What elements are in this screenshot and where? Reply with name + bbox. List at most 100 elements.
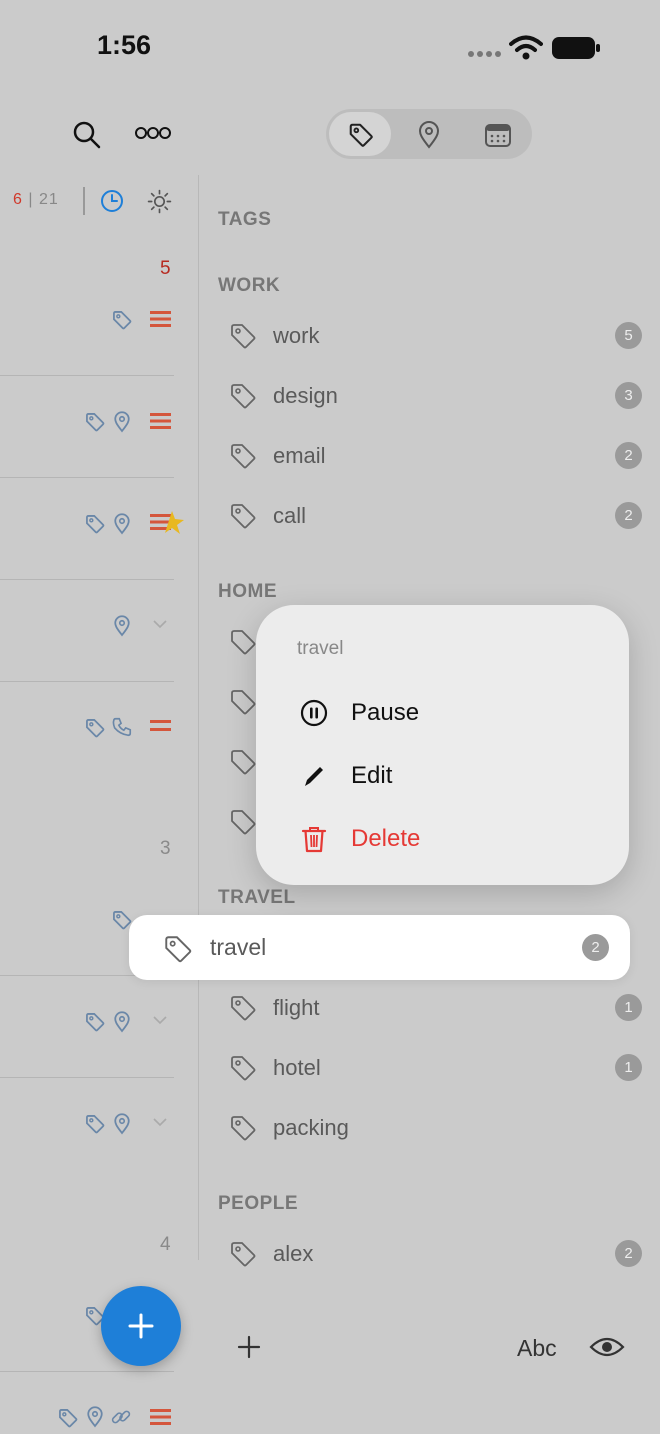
tag-icon [231,690,256,715]
tag-label: packing [273,1115,349,1140]
tag-label: work [273,323,320,348]
tag-row-email[interactable]: email 2 [218,431,648,481]
tag-icon [86,1013,105,1032]
edit-menu-item[interactable]: Edit [296,754,596,798]
tag-icon [231,1056,256,1081]
tag-label: alex [273,1241,314,1266]
more-options-icon[interactable] [134,124,172,142]
battery-icon [552,37,600,59]
row-divider [0,1077,174,1078]
plus-icon [128,1313,154,1339]
tag-count-badge: 3 [615,382,642,409]
priority-high-icon [150,311,171,327]
tag-row-packing[interactable]: packing [218,1103,648,1153]
delete-menu-item[interactable]: Delete [296,817,596,861]
tag-count-badge: 1 [615,994,642,1021]
chevron-down-icon [153,620,167,629]
location-icon [114,513,130,535]
phone-icon [112,717,132,737]
text-display-toggle[interactable]: Abc [517,1335,557,1362]
priority-medium-icon [150,720,171,731]
tag-icon [86,719,105,738]
location-icon [114,1113,130,1135]
tag-row-flight[interactable]: flight 1 [218,983,648,1033]
menu-item-label: Delete [351,825,421,852]
search-icon[interactable] [72,120,102,150]
tag-icon[interactable] [347,121,375,149]
row-divider [0,681,174,682]
status-time: 1:56 [97,30,152,60]
chevron-down-icon [153,1118,167,1127]
tag-row-design[interactable]: design 3 [218,371,648,421]
tag-count-badge: 5 [615,322,642,349]
pause-icon [300,699,328,727]
counter-separator: | [28,191,34,208]
row-divider [0,579,174,580]
tag-icon [86,1115,105,1134]
tag-icon [231,384,256,409]
menu-item-label: Pause [351,699,420,726]
trash-icon [301,827,327,853]
row-divider [0,375,174,376]
cellular-signal-icon [468,51,501,57]
tag-count-badge: 2 [615,1240,642,1267]
tag-icon [231,1242,256,1267]
section-title-work: WORK [218,275,281,296]
tag-count-badge: 2 [582,934,609,961]
tag-row-travel-selected[interactable]: travel 2 [129,915,630,980]
location-icon [114,1011,130,1033]
tag-icon [231,1116,256,1141]
context-menu-title: travel [297,638,344,659]
tag-count-badge: 2 [615,502,642,529]
tag-row-call[interactable]: call 2 [218,491,648,541]
tag-row-work[interactable]: work 5 [218,311,648,361]
tag-icon [231,324,256,349]
tag-icon [86,413,105,432]
calendar-icon[interactable] [484,122,512,148]
tag-label: travel [210,934,267,960]
link-icon [111,1410,131,1424]
row-divider [0,1371,174,1372]
priority-high-icon [150,413,171,429]
tag-context-menu: travel Pause Edit Delete [256,605,629,885]
overdue-count: 6 [13,191,23,208]
tag-icon [231,996,256,1021]
row-divider [0,477,174,478]
tag-icon [231,810,256,835]
location-icon [114,615,130,637]
group-count: 3 [160,838,171,859]
tag-label: design [273,383,338,408]
section-title-travel: TRAVEL [218,887,296,908]
eye-icon[interactable] [589,1335,625,1359]
tag-icon [231,444,256,469]
tag-label: call [273,503,307,528]
tag-icon [86,515,105,534]
tag-label: flight [273,995,320,1020]
tag-icon [113,311,132,330]
brightness-icon[interactable] [147,189,172,214]
tag-count-badge: 1 [615,1054,642,1081]
chevron-down-icon [153,1016,167,1025]
add-tag-icon[interactable] [237,1335,261,1359]
tag-icon [231,504,256,529]
tags-heading: TAGS [218,209,272,230]
location-icon[interactable] [417,121,441,149]
toolbar-divider [83,187,85,215]
task-counter: 6 | 21 [13,191,59,209]
tag-row-hotel[interactable]: hotel 1 [218,1043,648,1093]
tag-label: email [273,443,326,468]
tag-count-badge: 2 [615,442,642,469]
tag-icon [59,1409,78,1428]
total-count: 21 [38,191,59,208]
add-task-button[interactable] [101,1286,181,1366]
group-count: 5 [160,258,171,279]
clock-icon[interactable] [100,189,124,213]
location-icon [87,1406,103,1428]
section-title-home: HOME [218,581,277,602]
tag-row-alex[interactable]: alex 2 [218,1229,648,1279]
priority-high-icon [150,1409,171,1425]
section-title-people: PEOPLE [218,1193,299,1214]
tag-icon [231,630,256,655]
pause-menu-item[interactable]: Pause [296,691,596,735]
tag-icon [165,936,192,963]
